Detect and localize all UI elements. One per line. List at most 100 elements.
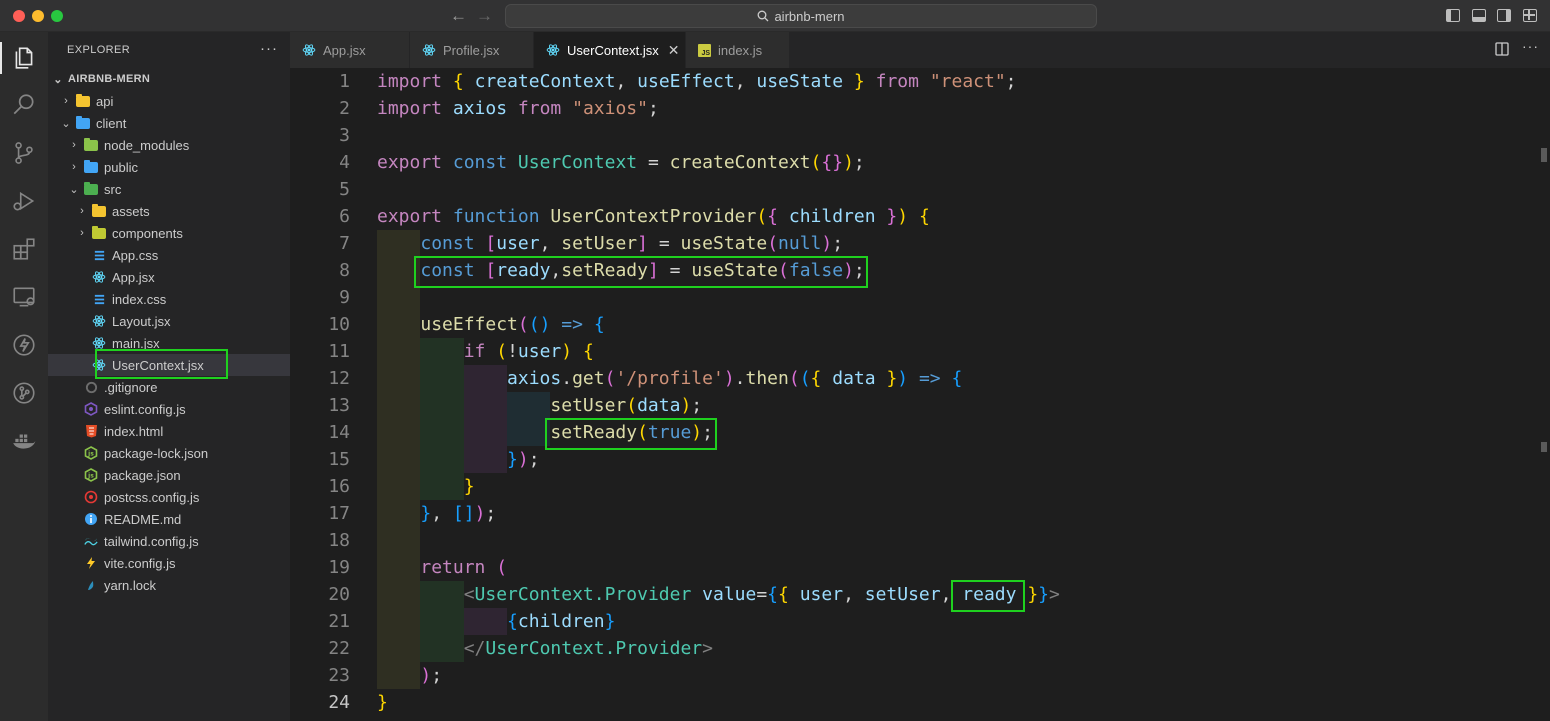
code-token: import — [377, 71, 443, 92]
customize-layout-icon[interactable] — [1523, 9, 1537, 22]
toggle-secondary-sidebar-icon[interactable] — [1497, 9, 1511, 22]
tree-item-api[interactable]: › api — [48, 90, 290, 112]
toggle-primary-sidebar-icon[interactable] — [1446, 9, 1460, 22]
git-graph-icon[interactable] — [8, 377, 40, 409]
vertical-scrollbar[interactable] — [1540, 68, 1550, 721]
tab-usercontext-jsx[interactable]: UserContext.jsx ✕ — [534, 32, 686, 68]
tree-item-label: eslint.config.js — [104, 401, 186, 417]
back-arrow-icon[interactable]: ← — [450, 6, 467, 26]
line-number: 5 — [339, 179, 350, 200]
chevron-right-icon: › — [64, 95, 68, 107]
code-token: ) — [517, 449, 529, 470]
code-token: } — [604, 611, 616, 632]
code-token: ) — [474, 503, 486, 524]
tree-item-label: App.jsx — [112, 269, 155, 285]
command-center-search[interactable]: airbnb-mern — [505, 4, 1097, 28]
tab-index-js[interactable]: JS index.js — [686, 32, 790, 68]
code-token: const — [452, 152, 508, 173]
code-token: '/profile' — [615, 368, 724, 389]
extensions-icon[interactable] — [8, 233, 40, 265]
run-debug-icon[interactable] — [8, 185, 40, 217]
docker-icon[interactable] — [8, 425, 40, 457]
lightning-icon[interactable] — [8, 329, 40, 361]
svg-text:js: js — [87, 473, 94, 480]
code-token: setUser — [550, 395, 627, 416]
highlight-box-set-ready — [545, 418, 717, 450]
tree-item-postcss-config-js[interactable]: postcss.config.js — [48, 486, 290, 508]
code-token: => — [561, 314, 583, 335]
code-line: return ( — [377, 554, 507, 581]
source-control-icon[interactable] — [8, 137, 40, 169]
tab-profile-jsx[interactable]: Profile.jsx — [410, 32, 534, 68]
tab-app-jsx[interactable]: App.jsx — [290, 32, 410, 68]
toggle-panel-icon[interactable] — [1472, 9, 1486, 22]
code-token: ; — [832, 233, 844, 254]
minimize-window-button[interactable] — [32, 10, 44, 22]
tree-item-components[interactable]: › components — [48, 222, 290, 244]
tree-item-vite-config-js[interactable]: vite.config.js — [48, 552, 290, 574]
code-token: useState — [756, 71, 844, 92]
forward-arrow-icon[interactable]: → — [476, 6, 493, 26]
code-token: ) — [680, 395, 692, 416]
tree-item-readme-md[interactable]: README.md — [48, 508, 290, 530]
highlight-box-usercontext-file — [95, 349, 228, 379]
tree-item-yarn-lock[interactable]: yarn.lock — [48, 574, 290, 596]
code-line: const [user, setUser] = useState(null); — [377, 230, 843, 257]
tree-item-label: .gitignore — [104, 379, 158, 395]
tree-item-app-css[interactable]: App.css — [48, 244, 290, 266]
tree-item-client[interactable]: ⌄ client — [48, 112, 290, 134]
code-editor[interactable]: 1 2 3 4 5 6 7 8 9 10 11 12 13 14 15 16 17 18 19 20 21 22 23 24 … — [290, 68, 1550, 721]
line-number: 11 — [328, 341, 350, 362]
more-actions-icon[interactable]: ··· — [260, 40, 278, 57]
code-token: import — [377, 98, 443, 119]
tree-item-public[interactable]: › public — [48, 156, 290, 178]
code-token: {} — [821, 152, 844, 173]
tree-item-index-css[interactable]: index.css — [48, 288, 290, 310]
code-line: } — [377, 473, 475, 500]
tree-item-package-json[interactable]: js package.json — [48, 464, 290, 486]
code-token: , — [734, 71, 757, 92]
remote-explorer-icon[interactable] — [8, 281, 40, 313]
code-token: = — [647, 233, 681, 254]
code-token: UserContext.Provider — [474, 584, 692, 605]
code-token: ; — [528, 449, 540, 470]
tree-item-label: yarn.lock — [104, 577, 157, 593]
tree-item-label: components — [112, 225, 183, 241]
close-tab-icon[interactable]: ✕ — [668, 42, 680, 59]
more-actions-icon[interactable]: ··· — [1522, 38, 1539, 54]
tree-item-app-jsx[interactable]: App.jsx — [48, 266, 290, 288]
code-token: } — [420, 503, 432, 524]
code-token: , — [615, 71, 638, 92]
code-token: axios — [452, 98, 508, 119]
tree-item-node-modules[interactable]: › node_modules — [48, 134, 290, 156]
tree-item-package-lock-json[interactable]: js package-lock.json — [48, 442, 290, 464]
search-icon[interactable] — [8, 89, 40, 121]
line-number: 3 — [339, 125, 350, 146]
tree-item-index-html[interactable]: index.html — [48, 420, 290, 442]
tab-label: Profile.jsx — [443, 42, 500, 58]
explorer-icon[interactable] — [0, 42, 40, 74]
tree-item-assets[interactable]: › assets — [48, 200, 290, 222]
workspace-root[interactable]: ⌄ AIRBNB-MERN — [48, 68, 290, 90]
yarn-icon — [84, 578, 98, 592]
tree-item-src[interactable]: ⌄ src — [48, 178, 290, 200]
close-window-button[interactable] — [13, 10, 25, 22]
tree-item-gitignore[interactable]: .gitignore — [48, 376, 290, 398]
maximize-window-button[interactable] — [51, 10, 63, 22]
tree-item-eslint-config-js[interactable]: eslint.config.js — [48, 398, 290, 420]
tree-item-tailwind-config-js[interactable]: tailwind.config.js — [48, 530, 290, 552]
tree-item-layout-jsx[interactable]: Layout.jsx — [48, 310, 290, 332]
split-editor-icon[interactable] — [1495, 42, 1509, 59]
line-number: 7 — [339, 233, 350, 254]
